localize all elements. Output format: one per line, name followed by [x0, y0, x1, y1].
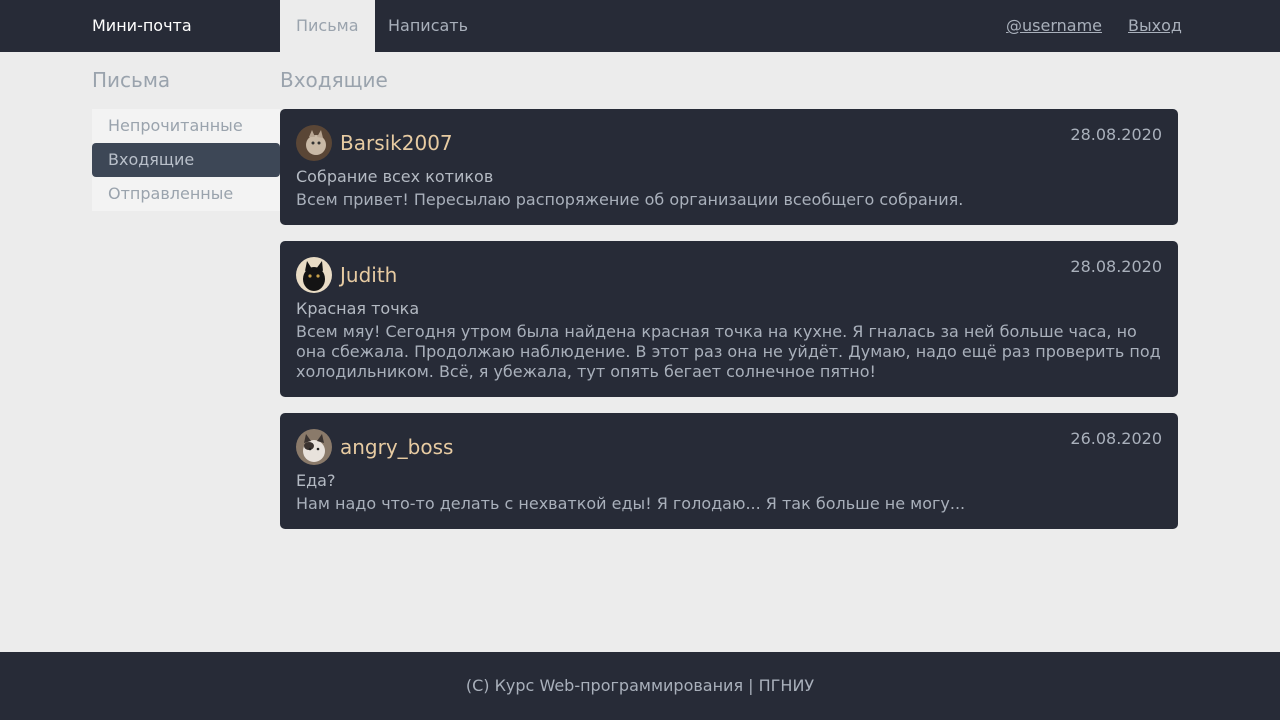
message-date: 28.08.2020 — [1070, 257, 1162, 276]
brand-link[interactable]: Мини-почта — [92, 0, 192, 52]
message-body: Всем мяу! Сегодня утром была найдена кра… — [296, 322, 1161, 381]
message-list: Barsik2007 28.08.2020 Собрание всех коти… — [280, 109, 1178, 545]
sidebar-title: Письма — [92, 68, 171, 92]
message-header: Barsik2007 — [296, 125, 1162, 161]
message-sender: Judith — [340, 263, 398, 287]
message-card[interactable]: angry_boss 26.08.2020 Еда? Нам надо что-… — [280, 413, 1178, 529]
top-navbar: Мини-почта Письма Написать @username Вых… — [0, 0, 1280, 52]
message-header: Judith — [296, 257, 1162, 293]
message-card[interactable]: Judith 28.08.2020 Красная точка Всем мяу… — [280, 241, 1178, 397]
message-subject: Еда? — [296, 471, 336, 490]
message-sender: Barsik2007 — [340, 131, 453, 155]
message-body: Нам надо что-то делать с нехваткой еды! … — [296, 494, 966, 513]
tab-compose[interactable]: Написать — [372, 0, 484, 52]
sidebar-item-inbox[interactable]: Входящие — [92, 143, 280, 177]
footer-text: (C) Курс Web-программирования | ПГНИУ — [465, 676, 815, 695]
cat-avatar-icon — [296, 125, 332, 161]
sidebar-menu: Непрочитанные Входящие Отправленные — [92, 109, 280, 211]
message-date: 28.08.2020 — [1070, 125, 1162, 144]
logout-link[interactable]: Выход — [1128, 0, 1182, 52]
tab-letters[interactable]: Письма — [280, 0, 375, 52]
sidebar-item-sent[interactable]: Отправленные — [92, 177, 280, 211]
message-body: Всем привет! Пересылаю распоряжение об о… — [296, 190, 964, 209]
message-sender: angry_boss — [340, 435, 454, 459]
message-subject: Собрание всех котиков — [296, 167, 494, 186]
footer: (C) Курс Web-программирования | ПГНИУ — [0, 652, 1280, 720]
sidebar-item-unread[interactable]: Непрочитанные — [92, 109, 280, 143]
page-title: Входящие — [280, 68, 388, 92]
message-subject: Красная точка — [296, 299, 420, 318]
message-card[interactable]: Barsik2007 28.08.2020 Собрание всех коти… — [280, 109, 1178, 225]
cat-avatar-icon — [296, 429, 332, 465]
cat-avatar-icon — [296, 257, 332, 293]
message-header: angry_boss — [296, 429, 1162, 465]
message-date: 26.08.2020 — [1070, 429, 1162, 448]
username-link[interactable]: @username — [1006, 0, 1102, 52]
